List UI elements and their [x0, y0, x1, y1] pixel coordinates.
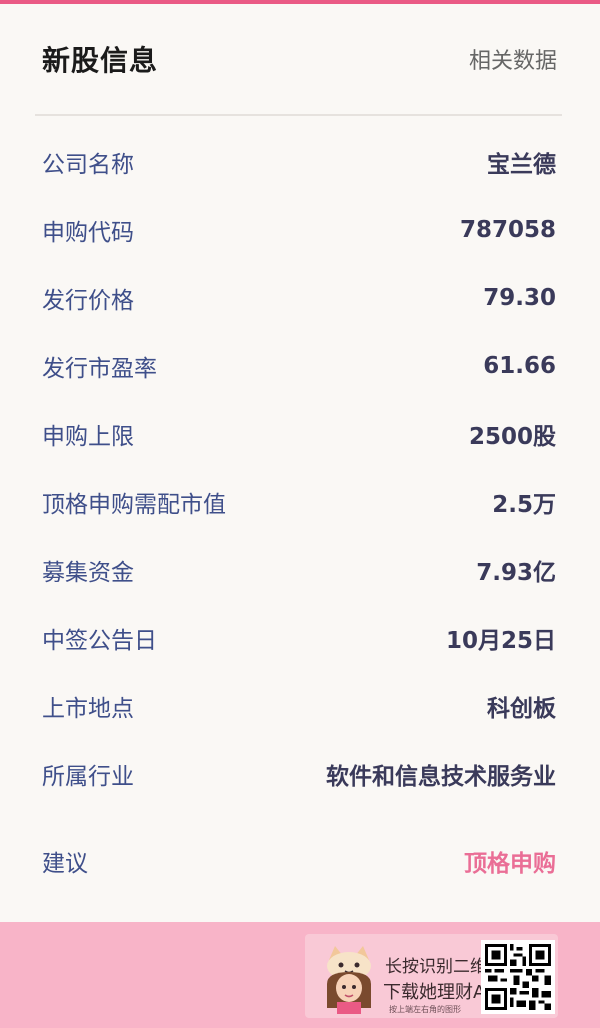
row-label: 发行市盈率: [42, 356, 157, 382]
promo-line-3: 按上端左右角的图形: [389, 1005, 461, 1014]
page-title: 新股信息: [42, 44, 159, 77]
row-label: 中签公告日: [42, 628, 157, 654]
row-value: 2500股: [468, 424, 556, 450]
cat-mascot-icon: [327, 946, 371, 1014]
info-row-lottery-date: 中签公告日 10月25日: [42, 604, 556, 672]
info-row-listing-venue: 上市地点 科创板: [42, 672, 556, 740]
row-label: 顶格申购需配市值: [42, 492, 226, 518]
row-label: 所属行业: [42, 764, 134, 790]
row-label: 上市地点: [42, 696, 134, 722]
header-divider: [35, 114, 562, 116]
row-value: 79.30: [483, 285, 556, 311]
info-row-subscription-limit: 申购上限 2500股: [42, 400, 556, 468]
footer-banner: 长按识别二维码 下载她理财App 按上端左右角的图形: [0, 922, 600, 1028]
row-value: 宝兰德: [487, 152, 556, 178]
card-header: 新股信息 相关数据: [42, 4, 557, 114]
row-label: 公司名称: [42, 152, 134, 178]
app-download-promo[interactable]: 长按识别二维码 下载她理财App 按上端左右角的图形: [305, 934, 558, 1018]
info-row-suggestion: 建议 顶格申购: [42, 808, 556, 894]
row-label: 募集资金: [42, 560, 134, 586]
row-value: 787058: [459, 217, 556, 243]
row-value: 软件和信息技术服务业: [326, 764, 556, 790]
info-row-pe-ratio: 发行市盈率 61.66: [42, 332, 556, 400]
row-label: 发行价格: [42, 288, 134, 314]
info-row-required-market-value: 顶格申购需配市值 2.5万: [42, 468, 556, 536]
info-row-company-name: 公司名称 宝兰德: [42, 128, 556, 196]
row-value: 科创板: [487, 696, 556, 722]
row-value: 7.93亿: [476, 560, 556, 586]
suggestion-value: 顶格申购: [464, 851, 556, 877]
row-value: 61.66: [483, 353, 556, 379]
info-row-issue-price: 发行价格 79.30: [42, 264, 556, 332]
row-value: 2.5万: [492, 492, 556, 518]
info-row-subscription-code: 申购代码 787058: [42, 196, 556, 264]
info-list: 公司名称 宝兰德 申购代码 787058 发行价格 79.30 发行市盈率 61…: [42, 128, 556, 894]
row-label: 申购代码: [42, 220, 134, 246]
row-value: 10月25日: [445, 628, 556, 654]
qr-code-icon[interactable]: [481, 940, 555, 1014]
suggestion-label: 建议: [42, 851, 88, 877]
related-data-link[interactable]: 相关数据: [469, 43, 557, 75]
row-label: 申购上限: [42, 424, 134, 450]
info-row-industry: 所属行业 软件和信息技术服务业: [42, 740, 556, 808]
ipo-info-card: 新股信息 相关数据 公司名称 宝兰德 申购代码 787058 发行价格 79.3…: [0, 4, 600, 922]
info-row-funds-raised: 募集资金 7.93亿: [42, 536, 556, 604]
